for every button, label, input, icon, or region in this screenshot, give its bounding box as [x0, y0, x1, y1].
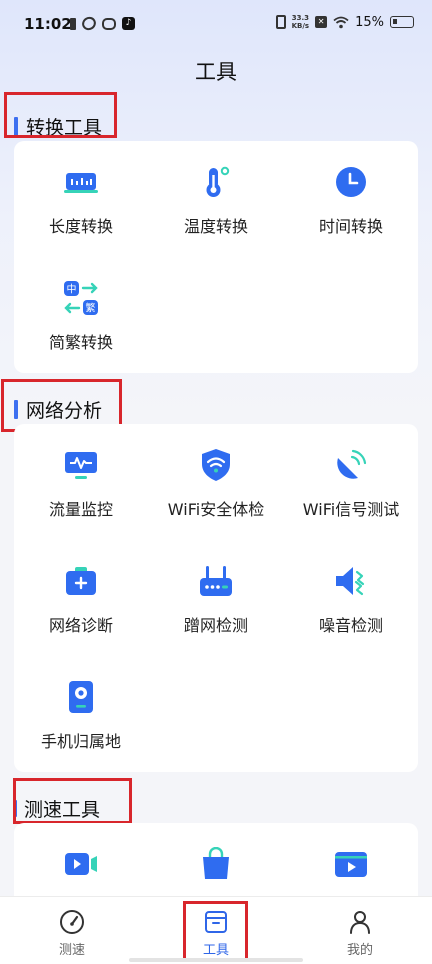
video-camera-icon	[64, 847, 98, 881]
tool-label: 噪音检测	[318, 616, 383, 635]
tool-phone-location[interactable]: 手机归属地	[14, 680, 148, 752]
wifi-shield-icon	[199, 448, 233, 482]
speedometer-icon	[59, 909, 85, 935]
video-play-icon	[334, 847, 368, 881]
page-title: 工具	[195, 60, 237, 84]
person-icon	[347, 909, 373, 935]
tool-label: WiFi信号测试	[302, 500, 400, 519]
status-right-icons: 33.3 KB/s ✕ 15%	[275, 14, 414, 30]
tool-wifi-security[interactable]: WiFi安全体检	[149, 448, 283, 520]
router-icon	[199, 564, 233, 598]
shopping-bag-icon	[199, 846, 233, 881]
tool-label: 蹭网检测	[183, 616, 248, 635]
network-speed-value: 33.3	[291, 14, 309, 22]
tool-wifi-signal-test[interactable]: WiFi信号测试	[284, 448, 418, 520]
tool-length-convert[interactable]: 长度转换	[14, 165, 148, 237]
tool-traffic-monitor[interactable]: 流量监控	[14, 448, 148, 520]
tool-video-play-speed[interactable]	[284, 847, 418, 895]
status-time: 11:02	[24, 15, 72, 33]
battery-percent: 15%	[355, 14, 384, 30]
nav-label: 测速	[58, 943, 85, 958]
chinese-convert-icon: 中 繁	[64, 281, 98, 315]
nav-speedtest[interactable]: 测速	[32, 909, 112, 958]
link-icon	[79, 14, 99, 33]
network-speed-unit: KB/s	[291, 22, 310, 30]
nav-label: 我的	[346, 943, 373, 958]
home-indicator	[129, 958, 303, 962]
tool-noise-detect[interactable]: 噪音检测	[284, 564, 418, 636]
tool-time-convert[interactable]: 时间转换	[284, 165, 418, 237]
tool-label: 流量监控	[48, 500, 113, 519]
battery-saver-icon	[70, 17, 76, 30]
tool-chinese-convert[interactable]: 中 繁 简繁转换	[14, 281, 148, 353]
highlight-box	[4, 92, 117, 138]
status-left-icons: ♪	[70, 14, 135, 33]
convert-tools-card: 长度转换 温度转换 时间转换 中 繁 简繁转换	[14, 141, 418, 373]
nav-mine[interactable]: 我的	[320, 909, 400, 958]
network-speed: 33.3 KB/s	[292, 14, 309, 30]
glyph-fan: 繁	[86, 302, 96, 315]
no-sim-icon: ✕	[315, 16, 328, 28]
tool-label: WiFi安全体检	[167, 500, 265, 519]
thermometer-icon	[199, 165, 233, 199]
status-bar: 11:02 ♪ 33.3 KB/s ✕ 15%	[0, 0, 432, 52]
tool-video-speed[interactable]	[14, 847, 148, 895]
tool-temperature-convert[interactable]: 温度转换	[149, 165, 283, 237]
clock-icon	[334, 165, 368, 199]
highlight-box	[183, 901, 248, 962]
ruler-icon	[64, 165, 98, 199]
network-tools-card: 流量监控 WiFi安全体检 WiFi信号测试 网络诊断 蹭网检测 噪音检测 手机…	[14, 424, 418, 772]
speaker-noise-icon	[334, 564, 368, 598]
glyph-zhong: 中	[67, 283, 77, 296]
phone-location-icon	[64, 680, 98, 714]
satellite-dish-icon	[334, 448, 368, 482]
medical-kit-icon	[64, 564, 98, 598]
tool-wifi-leech-detect[interactable]: 蹭网检测	[149, 564, 283, 636]
tool-shopping-speed[interactable]	[149, 846, 283, 895]
tool-label: 时间转换	[318, 217, 383, 236]
battery-icon	[390, 16, 414, 28]
app-face-icon	[102, 17, 116, 30]
tool-label: 简繁转换	[48, 333, 113, 352]
monitor-chart-icon	[64, 448, 98, 482]
wifi-status-icon	[333, 16, 349, 28]
tool-label: 网络诊断	[48, 616, 113, 635]
highlight-box	[13, 778, 132, 824]
vibrate-icon	[275, 15, 286, 29]
tool-network-diagnosis[interactable]: 网络诊断	[14, 564, 148, 636]
tool-label: 温度转换	[183, 217, 248, 236]
tiktok-icon: ♪	[122, 17, 135, 30]
tool-label: 手机归属地	[40, 732, 121, 751]
tool-label: 长度转换	[48, 217, 113, 236]
